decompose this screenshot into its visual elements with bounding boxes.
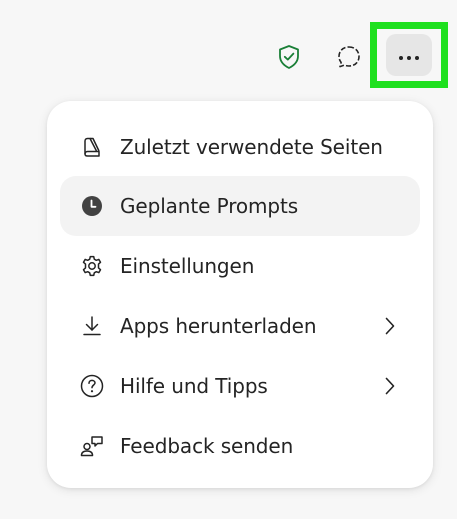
help-icon: [78, 372, 106, 400]
shield-check-icon: [277, 44, 301, 74]
chat-button[interactable]: [330, 40, 368, 78]
menu-item-help-and-tips[interactable]: Hilfe und Tipps: [60, 356, 420, 416]
chevron-right-icon: [382, 314, 398, 338]
chat-bubble-icon: [336, 44, 362, 74]
menu-item-settings[interactable]: Einstellungen: [60, 236, 420, 296]
download-icon: [78, 312, 106, 340]
menu-item-label: Einstellungen: [120, 254, 255, 278]
menu-item-label: Feedback senden: [120, 434, 294, 458]
menu-item-label: Geplante Prompts: [120, 194, 299, 218]
more-button-surface[interactable]: [386, 34, 432, 76]
menu-item-label: Apps herunterladen: [120, 314, 317, 338]
more-horizontal-icon: [398, 46, 420, 65]
shield-button[interactable]: [270, 40, 308, 78]
menu-item-download-apps[interactable]: Apps herunterladen: [60, 296, 420, 356]
menu-item-label: Hilfe und Tipps: [120, 374, 268, 398]
more-options-button[interactable]: [370, 22, 448, 88]
book-icon: [78, 133, 106, 161]
clock-icon: [78, 192, 106, 220]
gear-icon: [78, 252, 106, 280]
more-options-menu: Zuletzt verwendete Seiten Geplante Promp…: [47, 101, 433, 488]
menu-item-send-feedback[interactable]: Feedback senden: [60, 416, 420, 476]
feedback-icon: [78, 432, 106, 460]
menu-item-scheduled-prompts[interactable]: Geplante Prompts: [60, 176, 420, 236]
menu-item-recent-pages[interactable]: Zuletzt verwendete Seiten: [60, 117, 420, 177]
chevron-right-icon: [382, 374, 398, 398]
menu-item-label: Zuletzt verwendete Seiten: [120, 135, 383, 159]
